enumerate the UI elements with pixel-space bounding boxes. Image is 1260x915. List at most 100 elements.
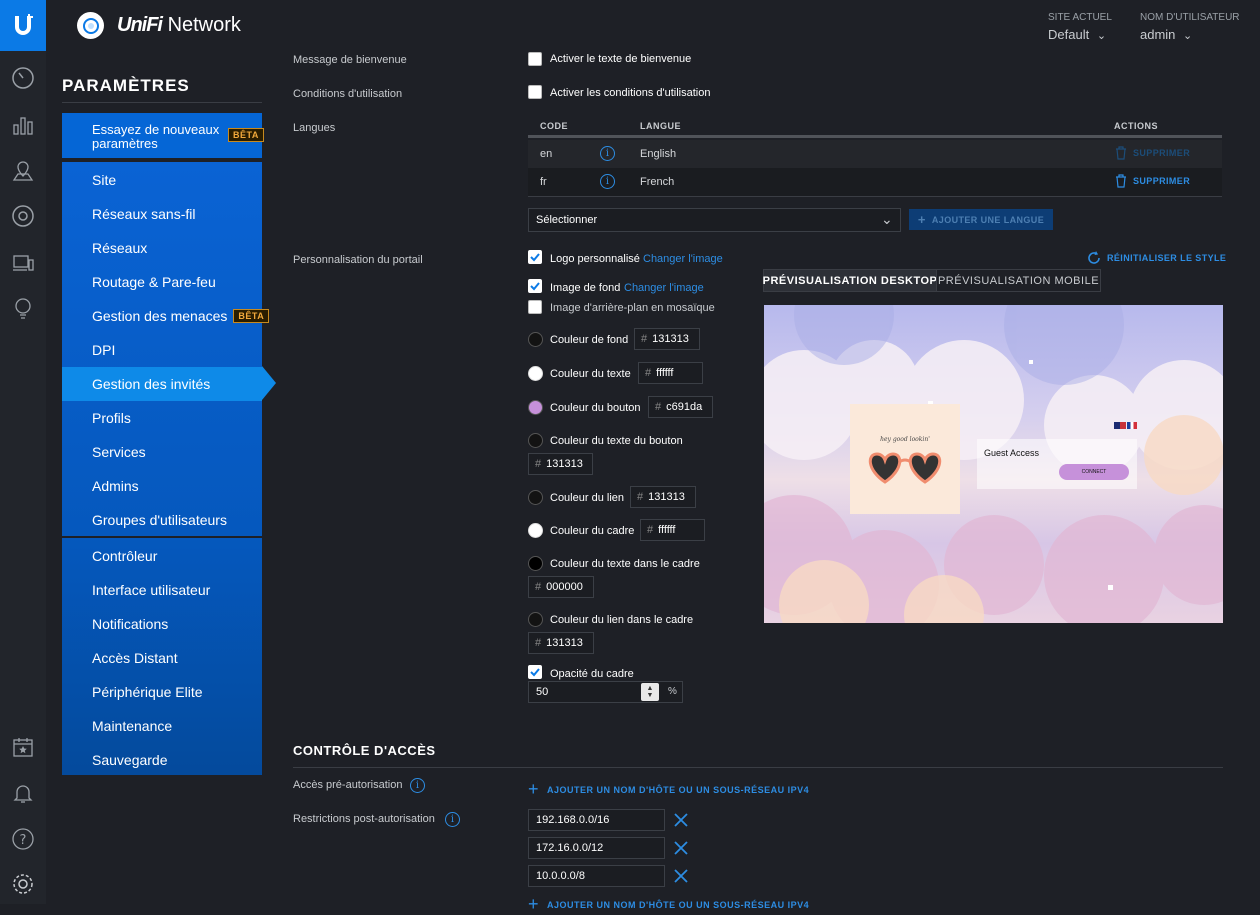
color-hex-input[interactable]: #131313 <box>630 486 696 508</box>
color-hex-value: 000000 <box>546 581 583 593</box>
reset-style-button[interactable]: RÉINITIALISER LE STYLE <box>1087 251 1226 265</box>
subnet-input[interactable]: 172.16.0.0/12 <box>528 837 665 859</box>
tab-desktop-preview[interactable]: PRÉVISUALISATION DESKTOP <box>763 269 937 292</box>
color-hex-input[interactable]: #131313 <box>528 453 593 475</box>
user-selector[interactable]: NOM D'UTILISATEUR admin ⌄ <box>1140 12 1240 42</box>
welcome-checkbox[interactable] <box>528 52 542 66</box>
tab-mobile-preview[interactable]: PRÉVISUALISATION MOBILE <box>936 269 1101 292</box>
svg-text:?: ? <box>20 833 27 848</box>
add-pre-auth-link[interactable]: + AJOUTER UN NOM D'HÔTE OU UN SOUS-RÉSEAU… <box>528 779 809 800</box>
color-hex-value: 131313 <box>546 637 583 649</box>
devices-icon[interactable] <box>8 201 38 231</box>
delete-language-button[interactable]: SUPPRIMER <box>1115 146 1190 160</box>
hash-symbol: # <box>655 401 662 413</box>
map-icon[interactable] <box>8 156 38 186</box>
color-hex-input[interactable]: # ffffff <box>640 519 705 541</box>
sidebar-item[interactable]: Admins <box>62 469 262 503</box>
clients-icon[interactable] <box>8 248 38 278</box>
background-image-checkbox[interactable] <box>528 279 542 293</box>
hash-symbol: # <box>647 524 654 536</box>
sidebar-item[interactable]: Réseaux sans-fil <box>62 197 262 231</box>
remove-subnet-icon[interactable] <box>672 811 690 829</box>
color-swatch[interactable] <box>528 332 543 347</box>
color-swatch[interactable] <box>528 433 543 448</box>
remove-subnet-icon[interactable] <box>672 867 690 885</box>
sidebar-item[interactable]: Réseaux <box>62 231 262 265</box>
color-hex-input[interactable]: # c691da <box>648 396 713 418</box>
table-row: fr i French SUPPRIMER <box>528 168 1222 196</box>
sidebar-item[interactable]: Gestion des invités <box>62 367 262 401</box>
help-icon[interactable]: ? <box>8 824 38 854</box>
connect-button[interactable]: CONNECT <box>1059 464 1129 480</box>
color-swatch[interactable] <box>528 612 543 627</box>
unifi-brand-icon <box>77 12 104 39</box>
info-icon[interactable]: i <box>600 146 615 161</box>
sidebar-item[interactable]: Routage & Pare-feu <box>62 265 262 299</box>
sidebar-item[interactable]: Notifications <box>62 607 262 641</box>
settings-gear-icon[interactable] <box>8 869 38 899</box>
beta-badge: BÊTA <box>228 128 264 142</box>
add-language-button[interactable]: + AJOUTER UNE LANGUE <box>909 209 1053 230</box>
sidebar-item[interactable]: Groupes d'utilisateurs <box>62 503 262 537</box>
insights-icon[interactable] <box>8 293 38 323</box>
color-swatch[interactable] <box>528 523 543 538</box>
delete-language-button[interactable]: SUPPRIMER <box>1115 174 1190 188</box>
sidebar-item-label: Admins <box>92 478 139 494</box>
flag-uk-icon[interactable] <box>1114 422 1126 429</box>
color-label: Couleur de fond <box>550 334 629 346</box>
subnet-input[interactable]: 192.168.0.0/16 <box>528 809 665 831</box>
flag-fr-icon[interactable] <box>1127 422 1137 429</box>
sidebar-item-label: Accès Distant <box>92 650 178 666</box>
color-hex-input[interactable]: #131313 <box>634 328 700 350</box>
change-logo-link[interactable]: Changer l'image <box>643 253 723 265</box>
table-header-divider <box>528 135 1222 138</box>
change-background-link[interactable]: Changer l'image <box>624 282 704 294</box>
events-icon[interactable] <box>8 732 38 762</box>
color-swatch[interactable] <box>528 490 543 505</box>
language-select[interactable]: Sélectionner ⌄ <box>528 208 901 232</box>
custom-logo-preview: hey good lookin' <box>850 404 960 514</box>
frame-opacity-checkbox[interactable] <box>528 665 542 679</box>
sidebar-item[interactable]: Contrôleur <box>62 539 262 573</box>
color-swatch[interactable] <box>528 366 543 381</box>
tile-background-checkbox[interactable] <box>528 300 542 314</box>
add-post-auth-link[interactable]: + AJOUTER UN NOM D'HÔTE OU UN SOUS-RÉSEAU… <box>528 894 809 915</box>
dashboard-icon[interactable] <box>8 63 38 93</box>
sidebar-item[interactable]: Gestion des menaces BÊTA <box>62 299 270 333</box>
color-swatch[interactable] <box>528 556 543 571</box>
language-code: fr <box>540 176 547 188</box>
sidebar-item[interactable]: Périphérique Elite <box>62 675 262 709</box>
subnet-input[interactable]: 10.0.0.0/8 <box>528 865 665 887</box>
portal-customization-label: Personnalisation du portail <box>293 254 423 266</box>
alerts-bell-icon[interactable] <box>8 778 38 808</box>
color-hex-input[interactable]: #000000 <box>528 576 594 598</box>
column-header-actions: ACTIONS <box>1114 121 1158 131</box>
try-new-settings-button[interactable]: Essayez de nouveaux paramètres BÊTA <box>62 113 264 158</box>
statistics-icon[interactable] <box>8 110 38 140</box>
frame-opacity-input[interactable]: 50 ▲ ▼ % <box>528 681 683 703</box>
opacity-stepper[interactable]: ▲ ▼ <box>641 683 659 701</box>
info-icon[interactable]: i <box>445 812 460 827</box>
sidebar-item[interactable]: Profils <box>62 401 262 435</box>
sidebar-item[interactable]: Sauvegarde <box>62 743 262 777</box>
sidebar-item[interactable]: Maintenance <box>62 709 262 743</box>
site-selector[interactable]: SITE ACTUEL Default ⌄ <box>1048 12 1112 42</box>
sidebar-item-label: Périphérique Elite <box>92 684 203 700</box>
sidebar-item[interactable]: Accès Distant <box>62 641 262 675</box>
divider <box>293 767 1223 768</box>
sidebar-item[interactable]: Interface utilisateur <box>62 573 262 607</box>
ubiquiti-logo-icon[interactable] <box>0 0 46 51</box>
color-hex-input[interactable]: #131313 <box>528 632 594 654</box>
info-icon[interactable]: i <box>600 174 615 189</box>
sidebar-item[interactable]: DPI <box>62 333 262 367</box>
custom-logo-checkbox[interactable] <box>528 250 542 264</box>
color-hex-input[interactable]: # ffffff <box>638 362 703 384</box>
color-label: Couleur du lien dans le cadre <box>550 614 694 626</box>
color-swatch[interactable] <box>528 400 543 415</box>
top-bar: UniFi Network SITE ACTUEL Default ⌄ NOM … <box>46 0 1260 51</box>
sidebar-item[interactable]: Services <box>62 435 262 469</box>
sidebar-item[interactable]: Site <box>62 163 262 197</box>
terms-checkbox[interactable] <box>528 85 542 99</box>
remove-subnet-icon[interactable] <box>672 839 690 857</box>
info-icon[interactable]: i <box>410 778 425 793</box>
